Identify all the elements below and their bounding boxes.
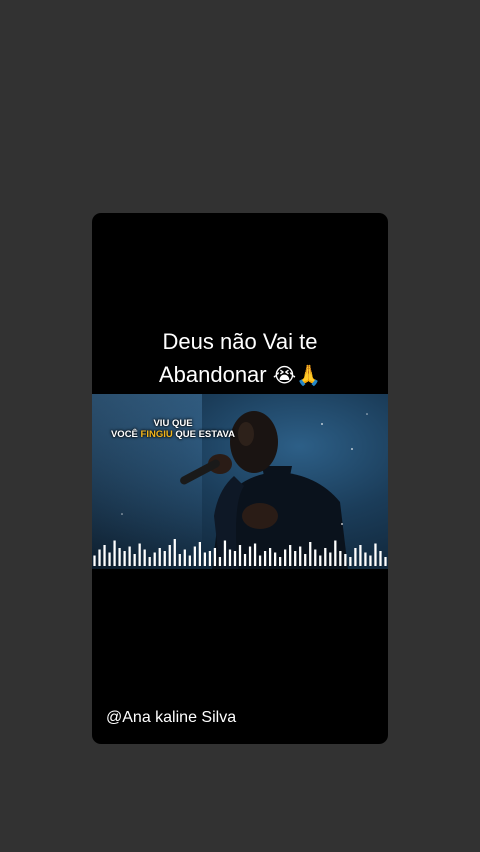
waveform-bar [243, 554, 247, 566]
waveform-bar [279, 557, 282, 566]
waveform-bar [108, 552, 111, 566]
post-title-text: Abandonar [158, 362, 267, 387]
waveform-bar [183, 549, 186, 566]
waveform-bar [223, 540, 227, 566]
video-frame[interactable]: VIU QUE VOCÊ FINGIU QUE ESTAVA [92, 394, 388, 569]
waveform-bar [319, 555, 322, 566]
waveform-bar [188, 555, 191, 566]
waveform-bar [228, 549, 232, 566]
waveform-bar [118, 548, 121, 566]
crying-praying-emoji: 😭🙏 [272, 363, 322, 387]
waveform-bar [273, 552, 277, 566]
caption-line-2: VOCÊ FINGIU QUE ESTAVA [98, 429, 248, 440]
waveform-bar [304, 554, 307, 566]
waveform-bar [153, 552, 156, 566]
post-title-line-1: Deus não Vai te [162, 329, 318, 354]
waveform-bar [193, 546, 196, 566]
waveform-bar [248, 546, 252, 566]
singer-hand-chest [242, 503, 278, 529]
waveform-bar [268, 548, 272, 566]
caption-line-1: VIU QUE [153, 418, 193, 429]
caption-pre: VOCÊ [110, 429, 141, 440]
waveform-bar [203, 552, 207, 566]
lyrics-caption: VIU QUE VOCÊ FINGIU QUE ESTAVA [98, 418, 248, 440]
waveform-bar [93, 555, 96, 566]
waveform-bar [263, 551, 267, 566]
waveform-bar [123, 551, 126, 566]
post-title-line-2: Abandonar 😭🙏 [92, 358, 388, 392]
caption-post: QUE ESTAVA [172, 429, 236, 440]
post-title: Deus não Vai te Abandonar 😭🙏 [92, 325, 388, 392]
waveform-bar [384, 557, 387, 566]
waveform-bar [354, 548, 357, 566]
waveform-bar [178, 554, 181, 566]
waveform-bar [314, 549, 317, 566]
waveform-bar [128, 546, 131, 566]
audio-waveform [93, 539, 387, 566]
waveform-bar [143, 549, 146, 566]
waveform-bar [309, 542, 312, 566]
video-card[interactable]: Deus não Vai te Abandonar 😭🙏 VIU QUE VOC… [92, 213, 388, 744]
waveform-bar [138, 543, 141, 566]
waveform-bar [238, 545, 242, 566]
waveform-bar [334, 540, 337, 566]
waveform-bar [349, 557, 352, 566]
waveform-bar [253, 543, 257, 566]
waveform-bar [173, 539, 176, 566]
waveform-bar [344, 554, 347, 566]
waveform-bar [369, 555, 372, 566]
waveform-bar [294, 551, 297, 566]
waveform-bar [133, 554, 136, 566]
waveform-bar [289, 545, 292, 566]
waveform-bar [329, 552, 332, 566]
waveform-bar [339, 551, 342, 566]
waveform-bar [168, 545, 171, 566]
waveform-bar [379, 551, 382, 566]
waveform-bar [258, 555, 262, 566]
waveform-bar [98, 549, 101, 566]
waveform-bar [284, 549, 287, 566]
waveform-bar [324, 548, 327, 566]
singer-neck [262, 466, 292, 486]
waveform-bar [218, 557, 222, 566]
waveform-bar [158, 548, 161, 566]
waveform-bar [163, 551, 166, 566]
waveform-bar [198, 542, 201, 566]
waveform-bar [103, 545, 106, 566]
waveform-bar [233, 551, 237, 566]
waveform-bar [213, 548, 217, 566]
waveform-bar [148, 557, 151, 566]
author-handle[interactable]: @Ana kaline Silva [106, 709, 236, 727]
caption-highlight: FINGIU [140, 429, 173, 440]
waveform-bar [208, 551, 212, 566]
waveform-bar [299, 546, 302, 566]
waveform-bar [374, 543, 377, 566]
waveform-bar [364, 552, 367, 566]
waveform-bar [113, 540, 116, 566]
waveform-bar [359, 545, 362, 566]
